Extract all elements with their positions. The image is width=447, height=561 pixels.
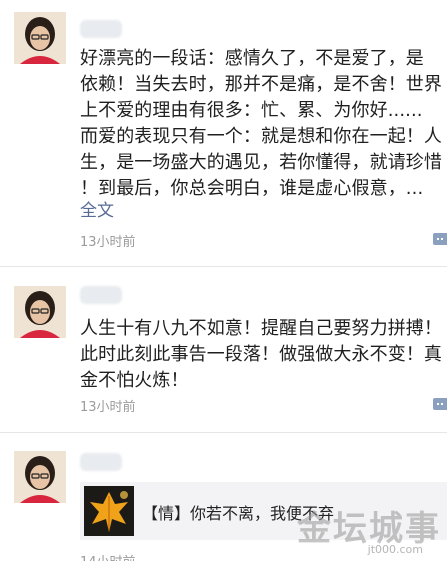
post-timestamp: 13小时前 xyxy=(80,235,136,250)
moments-feed: 好漂亮的一段话：感情久了，不是爱了，是 依赖！当失去时，那并不是痛，是不舍！世界… xyxy=(0,0,447,561)
post-text-line: ！到最后，你总会明白，谁是虚心假意，... xyxy=(80,178,424,199)
feed-post: 【情】你若不离，我便不弃 14小时前 xyxy=(0,433,447,561)
post-text-line: 生，是一场盛大的遇见，若你懂得，就请珍惜 xyxy=(80,152,442,173)
avatar-portrait xyxy=(14,12,66,64)
avatar-portrait xyxy=(14,451,66,503)
avatar[interactable] xyxy=(14,286,66,338)
shared-link-card[interactable]: 【情】你若不离，我便不弃 xyxy=(80,482,447,540)
post-divider xyxy=(0,266,447,267)
username-redacted[interactable] xyxy=(80,20,122,38)
post-timestamp: 14小时前 xyxy=(80,551,136,561)
comment-action-icon[interactable] xyxy=(433,398,447,410)
post-text-line: 此时此刻此事告一段落！做强做大永不变！真 xyxy=(80,344,442,365)
post-text-line: 人生十有八九不如意！提醒自己要努力拼搏！ xyxy=(80,318,442,339)
post-text-line: 上不爱的理由有很多：忙、累、为你好...... xyxy=(80,100,423,121)
comment-action-icon[interactable] xyxy=(433,233,447,245)
full-text-link[interactable]: 全文 xyxy=(80,196,114,221)
post-text: 人生十有八九不如意！提醒自己要努力拼搏！ 此时此刻此事告一段落！做强做大永不变！… xyxy=(80,316,447,394)
avatar[interactable] xyxy=(14,12,66,64)
post-text-line: 金不怕火炼！ xyxy=(80,370,189,391)
username-redacted[interactable] xyxy=(80,286,122,304)
shared-title: 【情】你若不离，我便不弃 xyxy=(142,504,335,523)
post-timestamp: 13小时前 xyxy=(80,400,136,415)
post-text: 好漂亮的一段话：感情久了，不是爱了，是 依赖！当失去时，那并不是痛，是不舍！世界… xyxy=(80,46,447,202)
post-text-line: 而爱的表现只有一个：就是想和你在一起！人 xyxy=(80,126,442,147)
feed-post: 好漂亮的一段话：感情久了，不是爱了，是 依赖！当失去时，那并不是痛，是不舍！世界… xyxy=(0,0,447,268)
username-redacted[interactable] xyxy=(80,453,122,471)
feed-post: 人生十有八九不如意！提醒自己要努力拼搏！ 此时此刻此事告一段落！做强做大永不变！… xyxy=(0,268,447,433)
shared-thumbnail xyxy=(84,486,134,536)
autumn-leaf-image xyxy=(84,486,134,536)
avatar[interactable] xyxy=(14,451,66,503)
post-text-line: 依赖！当失去时，那并不是痛，是不舍！世界 xyxy=(80,74,442,95)
avatar-portrait xyxy=(14,286,66,338)
post-text-line: 好漂亮的一段话：感情久了，不是爱了，是 xyxy=(80,48,424,69)
